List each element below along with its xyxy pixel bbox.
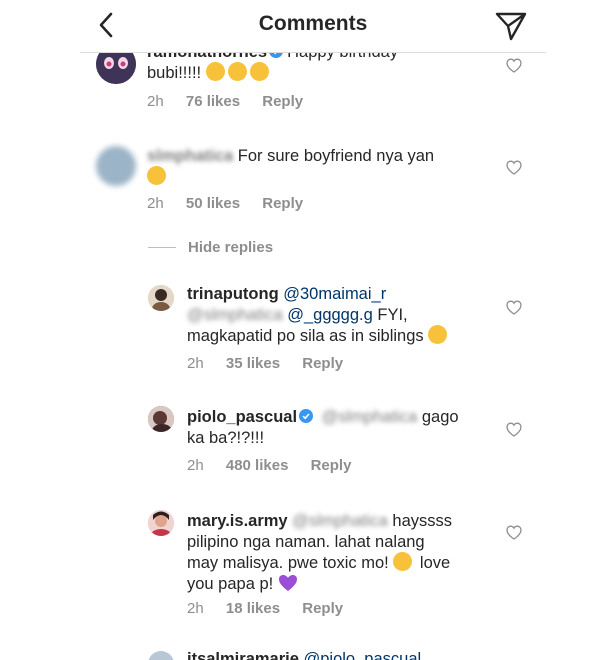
like-heart-icon[interactable] — [506, 300, 522, 316]
reply-text-line3b: love — [419, 554, 451, 572]
avatar[interactable] — [148, 510, 174, 536]
winking-tongue-emoji-icon — [428, 325, 448, 344]
reply-text-line2: pilipino nga naman. lahat nalang — [187, 533, 425, 551]
reply-likes[interactable]: 480 likes — [226, 457, 289, 474]
page-title: Comments — [258, 12, 368, 35]
profile-photo-icon — [148, 285, 174, 311]
divider-line — [148, 247, 176, 248]
direct-send-icon[interactable] — [494, 10, 528, 42]
comment-time: 2h — [147, 195, 164, 212]
reply-meta: 2h 35 likes Reply — [187, 355, 361, 372]
reply-button[interactable]: Reply — [262, 93, 303, 110]
mention-link-blurred[interactable]: @slmphatica — [292, 510, 388, 532]
reply-username[interactable]: trinaputong — [187, 285, 279, 303]
like-heart-icon[interactable] — [506, 160, 522, 176]
mention-link-blurred[interactable]: @slmphatica — [187, 304, 283, 326]
comment-username[interactable]: slmphatica — [147, 145, 233, 167]
mention-link[interactable]: @piolo_pascual — [304, 650, 422, 660]
reply-button[interactable]: Reply — [302, 600, 343, 617]
profile-photo-icon — [148, 510, 174, 536]
reply-text: gago — [421, 408, 459, 426]
reply-time: 2h — [187, 600, 204, 617]
tears-of-joy-emoji-icon — [393, 552, 413, 571]
avatar[interactable] — [96, 146, 136, 186]
hide-replies-button[interactable]: Hide replies — [148, 239, 273, 256]
reply-time: 2h — [187, 355, 204, 372]
reply-button[interactable]: Reply — [302, 355, 343, 372]
reply-text: hayssss — [392, 512, 453, 530]
comment-likes[interactable]: 50 likes — [186, 195, 240, 212]
reply-meta: 2h 480 likes Reply — [187, 457, 369, 474]
reply-likes[interactable]: 18 likes — [226, 600, 280, 617]
comment-time: 2h — [147, 93, 164, 110]
purple-heart-emoji-icon — [278, 575, 297, 591]
comment-likes[interactable]: 76 likes — [186, 93, 240, 110]
reply-text-line2: magkapatid po sila as in siblings — [187, 327, 424, 345]
mention-link[interactable]: @30maimai_r — [283, 285, 386, 303]
mention-link-blurred[interactable]: @slmphatica — [322, 406, 418, 428]
reply-username[interactable]: mary.is.army — [187, 512, 288, 530]
reply-button[interactable]: Reply — [262, 195, 303, 212]
reply-text-line2: ka ba?!?!!! — [187, 429, 265, 447]
like-heart-icon[interactable] — [506, 525, 522, 541]
reply-meta: 2h 18 likes Reply — [187, 600, 361, 617]
reply-time: 2h — [187, 457, 204, 474]
avatar[interactable] — [148, 406, 174, 432]
kissing-face-emoji-icon — [249, 62, 269, 81]
kissing-face-emoji-icon — [205, 62, 225, 81]
avatar[interactable] — [148, 285, 174, 311]
reply-text-line3: may malisya. pwe toxic mo! — [187, 554, 389, 572]
grinning-sweat-emoji-icon — [147, 166, 166, 185]
comment-meta: 2h 50 likes Reply — [147, 195, 321, 212]
reply-likes[interactable]: 35 likes — [226, 355, 280, 372]
reply-username[interactable]: itsalmiramarie — [187, 650, 299, 660]
verified-badge-icon — [299, 409, 314, 423]
like-heart-icon[interactable] — [506, 58, 522, 74]
reply-username[interactable]: piolo_pascual — [187, 408, 297, 426]
comment-text-line2: bubi!!!!! — [147, 64, 202, 82]
profile-photo-icon — [148, 406, 174, 432]
reply-text-line4: you papa p! — [187, 575, 274, 593]
comments-screen: Comments ramonathornesHappy birthday bub… — [80, 0, 546, 660]
hide-replies-label: Hide replies — [188, 239, 274, 256]
reply-text: FYI, — [377, 306, 408, 324]
comments-header: Comments — [80, 0, 546, 53]
reply-button[interactable]: Reply — [311, 457, 352, 474]
mention-link[interactable]: @_ggggg.g — [287, 306, 373, 324]
comment-meta: 2h 76 likes Reply — [147, 93, 321, 110]
like-heart-icon[interactable] — [506, 422, 522, 438]
comment-text: For sure boyfriend nya yan — [237, 147, 435, 165]
avatar[interactable] — [148, 651, 174, 660]
kissing-face-emoji-icon — [227, 62, 247, 81]
